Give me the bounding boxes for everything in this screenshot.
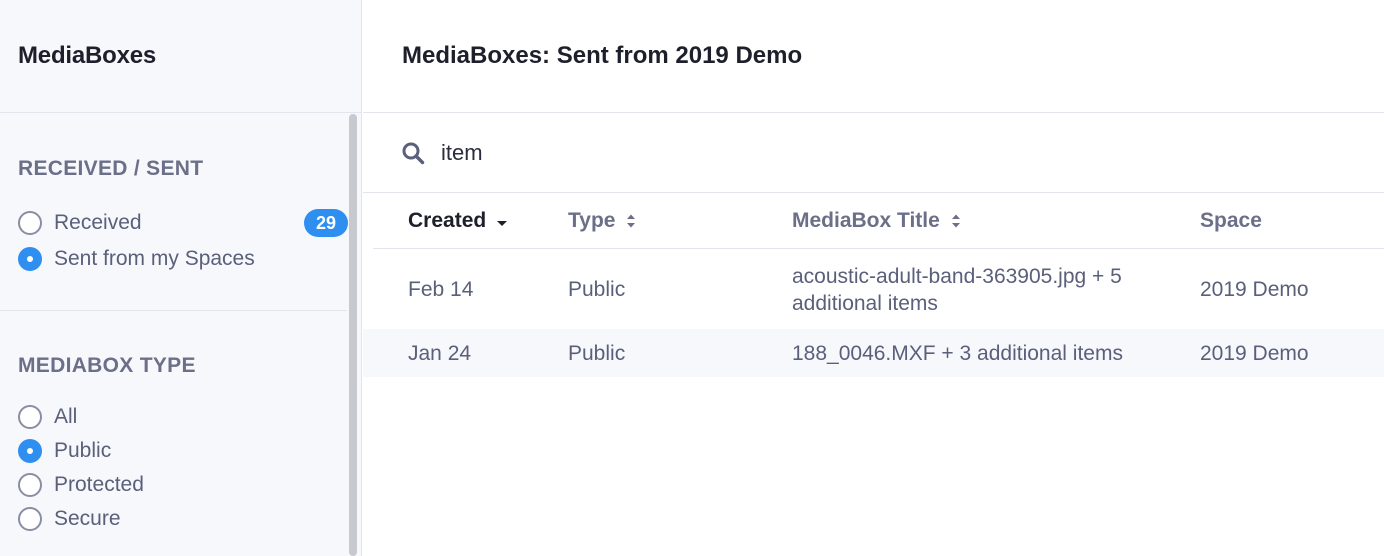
- received-sent-filter: RECEIVED / SENT Received 29 Sent from my…: [0, 114, 348, 311]
- filter-option-label: All: [54, 405, 78, 428]
- column-header-label: MediaBox Title: [792, 209, 940, 232]
- cell-created: Jan 24: [408, 342, 472, 365]
- sidebar-header: MediaBoxes: [0, 0, 361, 113]
- page-title: MediaBoxes: Sent from 2019 Demo: [402, 42, 803, 69]
- main-content: MediaBoxes: Sent from 2019 Demo Created …: [363, 0, 1384, 556]
- filter-option-label: Protected: [54, 473, 144, 496]
- table-row[interactable]: Feb 14 Public acoustic-adult-band-363905…: [363, 249, 1384, 329]
- filter-option-secure[interactable]: Secure: [18, 502, 361, 536]
- search-icon: [402, 142, 425, 164]
- mediabox-type-filter: MEDIABOX TYPE All Public Protected Secur…: [0, 311, 361, 536]
- table-body: Feb 14 Public acoustic-adult-band-363905…: [363, 249, 1384, 377]
- cell-space: 2019 Demo: [1200, 342, 1309, 365]
- sort-icon: [951, 214, 960, 228]
- radio-button[interactable]: [18, 405, 42, 429]
- table-header: Created Type MediaBox Title Space: [373, 193, 1384, 249]
- column-header-mediabox-title[interactable]: MediaBox Title: [792, 193, 962, 249]
- cell-mediabox-title: acoustic-adult-band-363905.jpg + 5 addit…: [792, 265, 1122, 315]
- radio-button[interactable]: [18, 247, 42, 271]
- cell-type: Public: [568, 278, 626, 301]
- received-sent-options: Received 29 Sent from my Spaces: [18, 205, 348, 277]
- search-input[interactable]: [441, 139, 1041, 166]
- cell-type: Public: [568, 342, 626, 365]
- count-badge: 29: [304, 209, 348, 237]
- sidebar-title: MediaBoxes: [18, 42, 157, 69]
- sort-desc-icon: [497, 221, 508, 226]
- search-bar: [363, 113, 1384, 193]
- received-sent-heading: RECEIVED / SENT: [18, 157, 204, 180]
- filter-option-label: Public: [54, 439, 112, 462]
- cell-created: Feb 14: [408, 278, 474, 301]
- filter-option-label: Received: [54, 211, 142, 234]
- column-header-type[interactable]: Type: [568, 193, 637, 249]
- sidebar: MediaBoxes RECEIVED / SENT Received 29 S…: [0, 0, 362, 556]
- main-header: MediaBoxes: Sent from 2019 Demo: [363, 0, 1384, 113]
- column-header-created[interactable]: Created: [408, 193, 508, 249]
- filter-option-all[interactable]: All: [18, 400, 361, 434]
- filter-option-received[interactable]: Received 29: [18, 205, 348, 241]
- radio-button[interactable]: [18, 507, 42, 531]
- radio-button[interactable]: [18, 473, 42, 497]
- filter-option-public[interactable]: Public: [18, 434, 361, 468]
- mediabox-type-heading: MEDIABOX TYPE: [18, 354, 196, 377]
- filter-option-label: Sent from my Spaces: [54, 247, 255, 270]
- column-header-label: Space: [1200, 209, 1262, 232]
- filter-option-protected[interactable]: Protected: [18, 468, 361, 502]
- table-row[interactable]: Jan 24 Public 188_0046.MXF + 3 additiona…: [363, 329, 1384, 377]
- column-header-space[interactable]: Space: [1200, 193, 1262, 249]
- radio-button[interactable]: [18, 211, 42, 235]
- mediabox-type-options: All Public Protected Secure: [18, 400, 361, 536]
- sidebar-filters: RECEIVED / SENT Received 29 Sent from my…: [0, 114, 361, 556]
- radio-button[interactable]: [18, 439, 42, 463]
- cell-mediabox-title: 188_0046.MXF + 3 additional items: [792, 342, 1123, 365]
- filter-option-label: Secure: [54, 507, 121, 530]
- column-header-label: Created: [408, 209, 487, 232]
- filter-option-sent[interactable]: Sent from my Spaces: [18, 241, 347, 277]
- cell-space: 2019 Demo: [1200, 278, 1309, 301]
- column-header-label: Type: [568, 209, 616, 232]
- sort-icon: [627, 214, 636, 228]
- app: MediaBoxes RECEIVED / SENT Received 29 S…: [0, 0, 1384, 556]
